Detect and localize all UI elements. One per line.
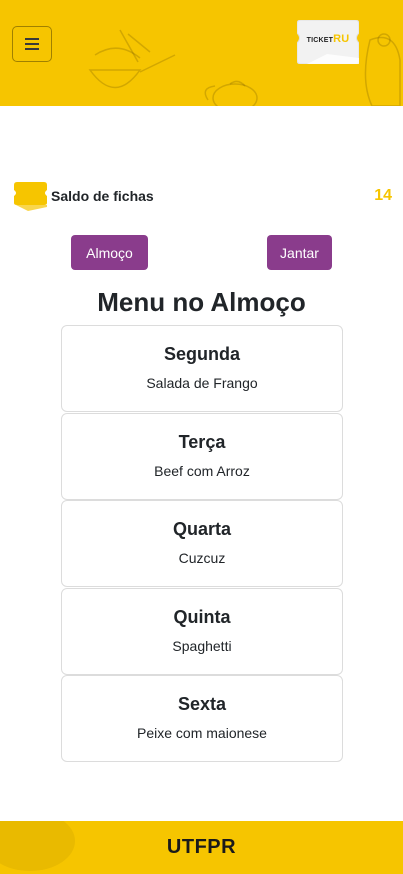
menu-day: Quarta [172,519,232,540]
menu-day: Terça [178,431,226,452]
app-footer: UTFPR [0,821,403,874]
lunch-button[interactable]: Almoço [71,235,148,270]
ticket-ru-logo[interactable]: TICKETRU [296,19,360,65]
logo-accent: RU [333,33,350,45]
menu-card-terca: Terça Beef com Arroz [61,412,343,500]
ticket-icon [14,182,47,211]
menu-card-quinta: Quinta Spaghetti [61,587,343,675]
menu-card-segunda: Segunda Salada de Frango [61,325,343,412]
menu-dish: Cuzcuz [178,550,226,567]
logo-prefix: TICKET [306,37,334,44]
menu-toggle-button[interactable] [12,26,52,62]
menu-dish: Peixe com maionese [137,725,267,742]
app-header: TICKETRU [0,0,403,106]
balance-value: 14 [374,187,392,204]
hamburger-icon [25,38,39,50]
dinner-button[interactable]: Jantar [267,235,332,270]
menu-dish: Beef com Arroz [154,462,250,479]
menu-list: Segunda Salada de Frango Terça Beef com … [61,325,343,763]
menu-dish: Spaghetti [172,637,232,654]
menu-day: Segunda [163,344,240,364]
ticket-balance: Saldo de fichas 14 [14,181,394,213]
menu-title: Menu no Almoço [97,287,306,317]
balance-label: Saldo de fichas [51,188,154,204]
menu-dish: Salada de Frango [146,375,258,391]
menu-day: Quinta [173,606,231,627]
footer-title: UTFPR [166,836,237,858]
menu-card-quarta: Quarta Cuzcuz [61,500,343,588]
logo-text: TICKETRU [297,33,359,45]
menu-day: Sexta [177,694,227,715]
menu-card-sexta: Sexta Peixe com maionese [61,675,343,763]
